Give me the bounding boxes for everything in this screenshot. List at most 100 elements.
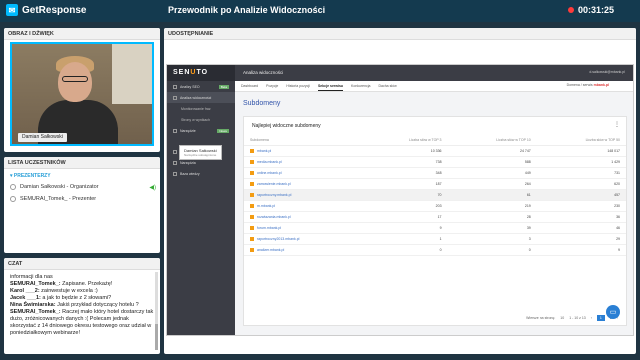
subdomain-link[interactable]: raportroczny.mbank.pl (244, 189, 363, 201)
video-panel-header: OBRAZ I DŹWIĘK (4, 28, 160, 40)
subdomain-link[interactable]: mbank.pl (244, 145, 363, 157)
tab-sections[interactable]: Sekcje serwisu (317, 82, 344, 91)
favicon-icon (250, 149, 254, 154)
chat-message: informacji dla nas (10, 274, 53, 280)
favicon-icon (250, 182, 254, 187)
col-top3[interactable]: Liczba słów w TOP 3 (362, 135, 448, 146)
table-row[interactable]: media.mbank.pl 738 588 1 429 (244, 156, 626, 168)
chat-messages: informacji dla nas SEMURAI_Tomek_: Zapis… (4, 270, 160, 352)
participant-item[interactable]: SEMURAI_Tomek_ - Prezenter (4, 193, 160, 205)
nav-item[interactable]: Monitorowanie fraz (167, 103, 235, 114)
chat-header: CZAT (4, 258, 160, 270)
top-bar: ✉ GetResponse Przewodnik po Analizie Wid… (0, 0, 640, 22)
chat-message: Jacek ___1: a jak to będzie z 2 słowami? (10, 295, 112, 301)
subdomain-link[interactable]: m.mbank.pl (244, 200, 363, 212)
chat-message: SEMURAI_Tomek_: Raczej mało który hotel … (10, 309, 154, 336)
senuto-logo: SENUTO (167, 65, 235, 81)
presenter-name-tag: Damian Sałkowski (18, 133, 67, 142)
database-icon (173, 149, 177, 154)
participant-label: SEMURAI_Tomek_ - Prezenter (20, 196, 97, 202)
top10-value: 264 (447, 178, 537, 190)
table-row[interactable]: analizer.mbank.pl 0 0 9 (244, 244, 626, 256)
timer-value: 00:31:25 (578, 5, 615, 15)
nav-item[interactable]: Narzędzie Nowe (167, 125, 235, 136)
nav-item[interactable]: Analiza widoczności (167, 92, 235, 103)
tab-competition[interactable]: Konkurencja (351, 82, 370, 90)
chart-icon (173, 84, 177, 89)
tab-keywords[interactable]: Dacha słów (379, 82, 397, 90)
top3-value: 70 (362, 189, 448, 201)
presenter-cursor-tooltip: Damian Sałkowski Narzędzie udostępnione (179, 145, 222, 160)
nav-item[interactable]: Strony w wynikach (167, 114, 235, 125)
prev-page-button[interactable]: ‹ (591, 316, 592, 320)
table-row[interactable]: rozwiazania.mbank.pl 17 28 36 (244, 211, 626, 223)
favicon-icon (250, 193, 254, 198)
rows-per-page-label: Wiersze na stronę: (526, 316, 556, 320)
logo-icon: ✉ (6, 4, 18, 16)
presenter-video[interactable]: Damian Sałkowski (10, 42, 154, 146)
top10-value: 28 (447, 211, 537, 223)
page-1-button[interactable]: 1 (596, 315, 605, 321)
user-icon (10, 184, 16, 190)
top3-value: 187 (362, 178, 448, 190)
tab-dashboard[interactable]: Dashboard (241, 82, 258, 90)
subdomain-link[interactable]: online.mbank.pl (244, 167, 363, 179)
table-row[interactable]: raportroczny2013.mbank.pl 1 3 29 (244, 233, 626, 245)
table-row[interactable]: m.mbank.pl 203 219 230 (244, 200, 626, 212)
user-email[interactable]: d.salkowski@mbank.pl (589, 70, 625, 74)
tab-history[interactable]: Historia pozycji (286, 82, 310, 90)
senuto-page-heading: Analiza widoczności (243, 70, 284, 75)
top10-value: 219 (447, 200, 537, 212)
col-top50[interactable]: Liczba słów w TOP 50 (536, 135, 626, 146)
favicon-icon (250, 204, 254, 209)
top50-value: 9 (536, 244, 626, 256)
subdomain-link[interactable]: analizer.mbank.pl (244, 244, 363, 256)
senuto-topbar: Analiza widoczności d.salkowski@mbank.pl (235, 65, 633, 81)
top10-value: 24 747 (447, 145, 537, 157)
favicon-icon (250, 248, 254, 253)
subdomain-link[interactable]: rozwiazania.mbank.pl (244, 211, 363, 223)
more-menu-icon[interactable]: ⋮ (614, 121, 620, 128)
top50-value: 148 017 (536, 145, 626, 157)
subdomain-link[interactable]: forum.mbank.pl (244, 222, 363, 234)
table-row[interactable]: forum.mbank.pl 9 39 46 (244, 222, 626, 234)
user-icon (10, 196, 16, 202)
support-chat-icon[interactable]: ▭ (606, 305, 620, 319)
rows-per-page-select[interactable]: 10 (560, 316, 564, 320)
top50-value: 46 (536, 222, 626, 234)
eye-icon (173, 95, 177, 100)
presenters-group-label[interactable]: ▾ PREZENTERZY (10, 173, 160, 179)
nav-item[interactable]: Baza wiedzy (167, 168, 235, 179)
card-title: Najlepiej widoczne subdomeny (252, 123, 321, 129)
col-subdomain[interactable]: Subdomena (244, 135, 363, 146)
table-row[interactable]: raportroczny.mbank.pl 70 61 457 (244, 189, 626, 201)
subdomain-link[interactable]: zamowienie.mbank.pl (244, 178, 363, 190)
nav-item[interactable]: Analizy SEO Beta (167, 81, 235, 92)
tab-positions[interactable]: Pozycje (266, 82, 278, 90)
subdomain-link[interactable]: raportroczny2013.mbank.pl (244, 233, 363, 245)
webinar-title: Przewodnik po Analizie Widoczności (168, 5, 326, 15)
favicon-icon (250, 237, 254, 242)
screen-share-panel: UDOSTĘPNIANIE SENUTO Analizy SEO Beta Ana… (164, 28, 636, 354)
table-row[interactable]: online.mbank.pl 348 449 731 (244, 167, 626, 179)
chat-scrollbar[interactable] (155, 272, 158, 350)
table-row[interactable]: zamowienie.mbank.pl 187 264 620 (244, 178, 626, 190)
table-row[interactable]: mbank.pl 10 336 24 747 148 017 (244, 145, 626, 157)
top50-value: 457 (536, 189, 626, 201)
subdomain-link[interactable]: media.mbank.pl (244, 156, 363, 168)
col-top10[interactable]: Liczba słów w TOP 10 (447, 135, 537, 146)
presenter-glasses (62, 76, 88, 82)
participant-item[interactable]: Damian Sałkowski - Organizator ◀) (4, 181, 160, 193)
shared-screen: SENUTO Analizy SEO Beta Analiza widocznoś… (166, 64, 634, 336)
presenter-face (58, 62, 92, 102)
top50-value: 731 (536, 167, 626, 179)
top50-value: 29 (536, 233, 626, 245)
top10-value: 61 (447, 189, 537, 201)
share-header: UDOSTĘPNIANIE (164, 28, 636, 40)
top3-value: 1 (362, 233, 448, 245)
top10-value: 39 (447, 222, 537, 234)
favicon-icon (250, 226, 254, 231)
chat-message: SEMURAI_Tomek_: Zapisane. Przekażę! (10, 281, 113, 287)
senuto-sidebar: SENUTO Analizy SEO Beta Analiza widocznoś… (167, 65, 235, 335)
domain-selector[interactable]: Domena / serwis mbank.pl (567, 83, 609, 87)
